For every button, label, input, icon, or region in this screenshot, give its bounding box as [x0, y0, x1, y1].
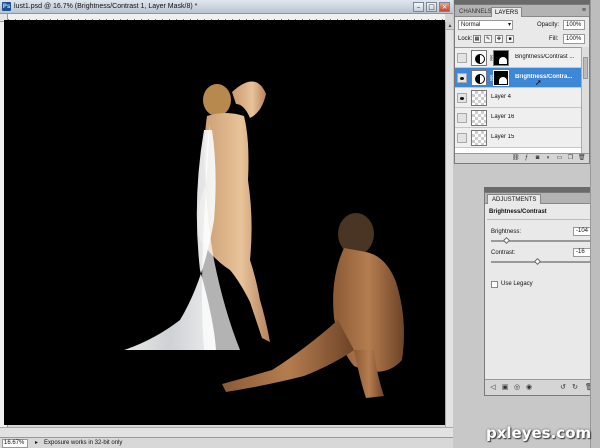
visibility-eye-icon[interactable]	[457, 73, 467, 83]
adjustment-thumbnail-icon	[471, 70, 487, 86]
image-canvas[interactable]	[4, 20, 445, 425]
layer-mask-thumbnail[interactable]	[493, 70, 509, 86]
new-adjustment-icon[interactable]: ◐	[545, 155, 552, 162]
adjustment-title: Brightness/Contrast	[489, 209, 547, 215]
document-window: Ps lust1.psd @ 16.7% (Brightness/Contras…	[0, 0, 454, 448]
vertical-scrollbar[interactable]: ▲	[445, 22, 454, 427]
panel-collapse-strip[interactable]	[590, 0, 600, 448]
layer-row-layer-16[interactable]: Layer 16	[455, 108, 581, 128]
layer-name: Layer 16	[491, 114, 515, 120]
fill-input[interactable]: 100%	[563, 34, 585, 44]
opacity-label: Opacity:	[537, 22, 560, 28]
status-menu-icon[interactable]: ▸	[35, 439, 38, 446]
adjustment-thumbnail-icon	[471, 50, 487, 66]
status-bar: 16.67% ▸ Exposure works in 32-bit only	[0, 437, 453, 448]
lock-all-icon[interactable]: ■	[506, 35, 514, 43]
layer-list-scrollbar[interactable]	[581, 47, 589, 153]
photoshop-logo-icon: Ps	[2, 2, 11, 11]
layer-name: Layer 4	[491, 94, 512, 100]
new-group-icon[interactable]: ▭	[556, 155, 563, 162]
new-layer-icon[interactable]: ❐	[567, 155, 574, 162]
adjustments-panel: ADJUSTMENTS Brightness/Contrast Brightne…	[484, 192, 600, 396]
lock-options: ▦ ✎ ✥ ■	[473, 35, 514, 43]
fill-label: Fill:	[549, 36, 559, 42]
link-layers-icon[interactable]: ⛓	[512, 155, 520, 162]
expand-view-icon[interactable]: ▣	[501, 384, 509, 392]
lock-transparency-icon[interactable]: ▦	[473, 35, 481, 43]
layer-row-brightness-contrast-1[interactable]: ⛓ Brightness/Contra... ➚	[455, 68, 581, 88]
photoshop-workspace: Ps lust1.psd @ 16.7% (Brightness/Contras…	[0, 0, 600, 448]
layer-name: Brightness/Contrast ...	[515, 54, 575, 60]
scrollbar-thumb[interactable]	[583, 57, 588, 79]
layer-row-brightness-contrast-2[interactable]: ⛓ Brightness/Contrast ...	[455, 48, 581, 68]
contrast-label: Contrast:	[491, 250, 516, 256]
layer-mask-thumbnail[interactable]	[493, 50, 509, 66]
brightness-label: Brightness:	[491, 229, 522, 235]
minimize-icon[interactable]: –	[413, 2, 424, 12]
visibility-eye-icon[interactable]	[457, 53, 467, 63]
use-legacy-checkbox[interactable]	[491, 281, 498, 288]
layer-row-layer-4[interactable]: Layer 4	[455, 88, 581, 108]
add-mask-icon[interactable]: ◙	[534, 155, 541, 162]
pointer-cursor-icon: ➚	[535, 78, 542, 87]
layers-panel: CHANNELS LAYERS ≡ Normal Opacity: 100% L…	[454, 4, 590, 164]
scene-image	[124, 81, 404, 398]
return-to-list-icon[interactable]: ◁	[489, 384, 497, 392]
lock-label: Lock:	[458, 36, 473, 42]
brightness-slider-handle[interactable]	[502, 236, 510, 245]
scroll-up-icon[interactable]: ▲	[446, 22, 454, 30]
layer-row-layer-15[interactable]: Layer 15	[455, 128, 581, 148]
divider	[487, 219, 597, 220]
layer-thumbnail	[471, 130, 487, 146]
document-title-bar[interactable]: Ps lust1.psd @ 16.7% (Brightness/Contras…	[0, 0, 453, 14]
toggle-visibility-icon[interactable]: ◉	[525, 384, 533, 392]
window-controls: – □ ×	[413, 2, 450, 12]
trash-icon[interactable]: 🗑	[578, 155, 586, 162]
visibility-eye-icon[interactable]	[457, 133, 467, 143]
tab-adjustments[interactable]: ADJUSTMENTS	[487, 194, 542, 204]
horizontal-scrollbar[interactable]	[0, 427, 453, 437]
maximize-icon[interactable]: □	[426, 2, 437, 12]
lock-pixels-icon[interactable]: ✎	[484, 35, 492, 43]
visibility-eye-icon[interactable]	[457, 113, 467, 123]
clip-to-layer-icon[interactable]: ◎	[513, 384, 521, 392]
status-info: Exposure works in 32-bit only	[44, 440, 123, 446]
layer-name: Layer 15	[491, 134, 515, 140]
tab-channels[interactable]: CHANNELS	[456, 7, 495, 17]
contrast-slider-handle[interactable]	[533, 257, 541, 266]
visibility-eye-icon[interactable]	[457, 93, 467, 103]
layers-panel-footer: ⛓ ƒ ◙ ◐ ▭ ❐ 🗑	[455, 153, 589, 163]
layer-thumbnail	[471, 90, 487, 106]
reset-icon[interactable]: ↻	[571, 384, 579, 392]
zoom-input[interactable]: 16.67%	[2, 439, 28, 448]
standing-figure	[124, 81, 270, 350]
lock-position-icon[interactable]: ✥	[495, 35, 503, 43]
adjustments-panel-footer: ◁ ▣ ◎ ◉ ↺ ↻ 🗑	[485, 379, 599, 395]
panel-menu-icon[interactable]: ≡	[582, 7, 586, 14]
blend-mode-select[interactable]: Normal	[458, 20, 513, 30]
close-icon[interactable]: ×	[439, 2, 450, 12]
watermark-text: pxleyes.com	[486, 424, 592, 442]
document-title: lust1.psd @ 16.7% (Brightness/Contrast 1…	[14, 3, 198, 10]
layer-name: Brightness/Contra...	[515, 74, 573, 80]
layers-panel-tabs: CHANNELS LAYERS ≡	[455, 5, 589, 17]
previous-state-icon[interactable]: ↺	[559, 384, 567, 392]
layer-list: ⛓ Brightness/Contrast ... ⛓ Brightness/C…	[455, 47, 581, 153]
contrast-slider[interactable]	[491, 261, 595, 263]
layer-style-icon[interactable]: ƒ	[523, 155, 530, 162]
adjustments-panel-tabs: ADJUSTMENTS	[485, 193, 599, 204]
layer-thumbnail	[471, 110, 487, 126]
use-legacy-label: Use Legacy	[501, 281, 533, 287]
tab-layers[interactable]: LAYERS	[491, 7, 523, 17]
opacity-input[interactable]: 100%	[563, 20, 585, 30]
